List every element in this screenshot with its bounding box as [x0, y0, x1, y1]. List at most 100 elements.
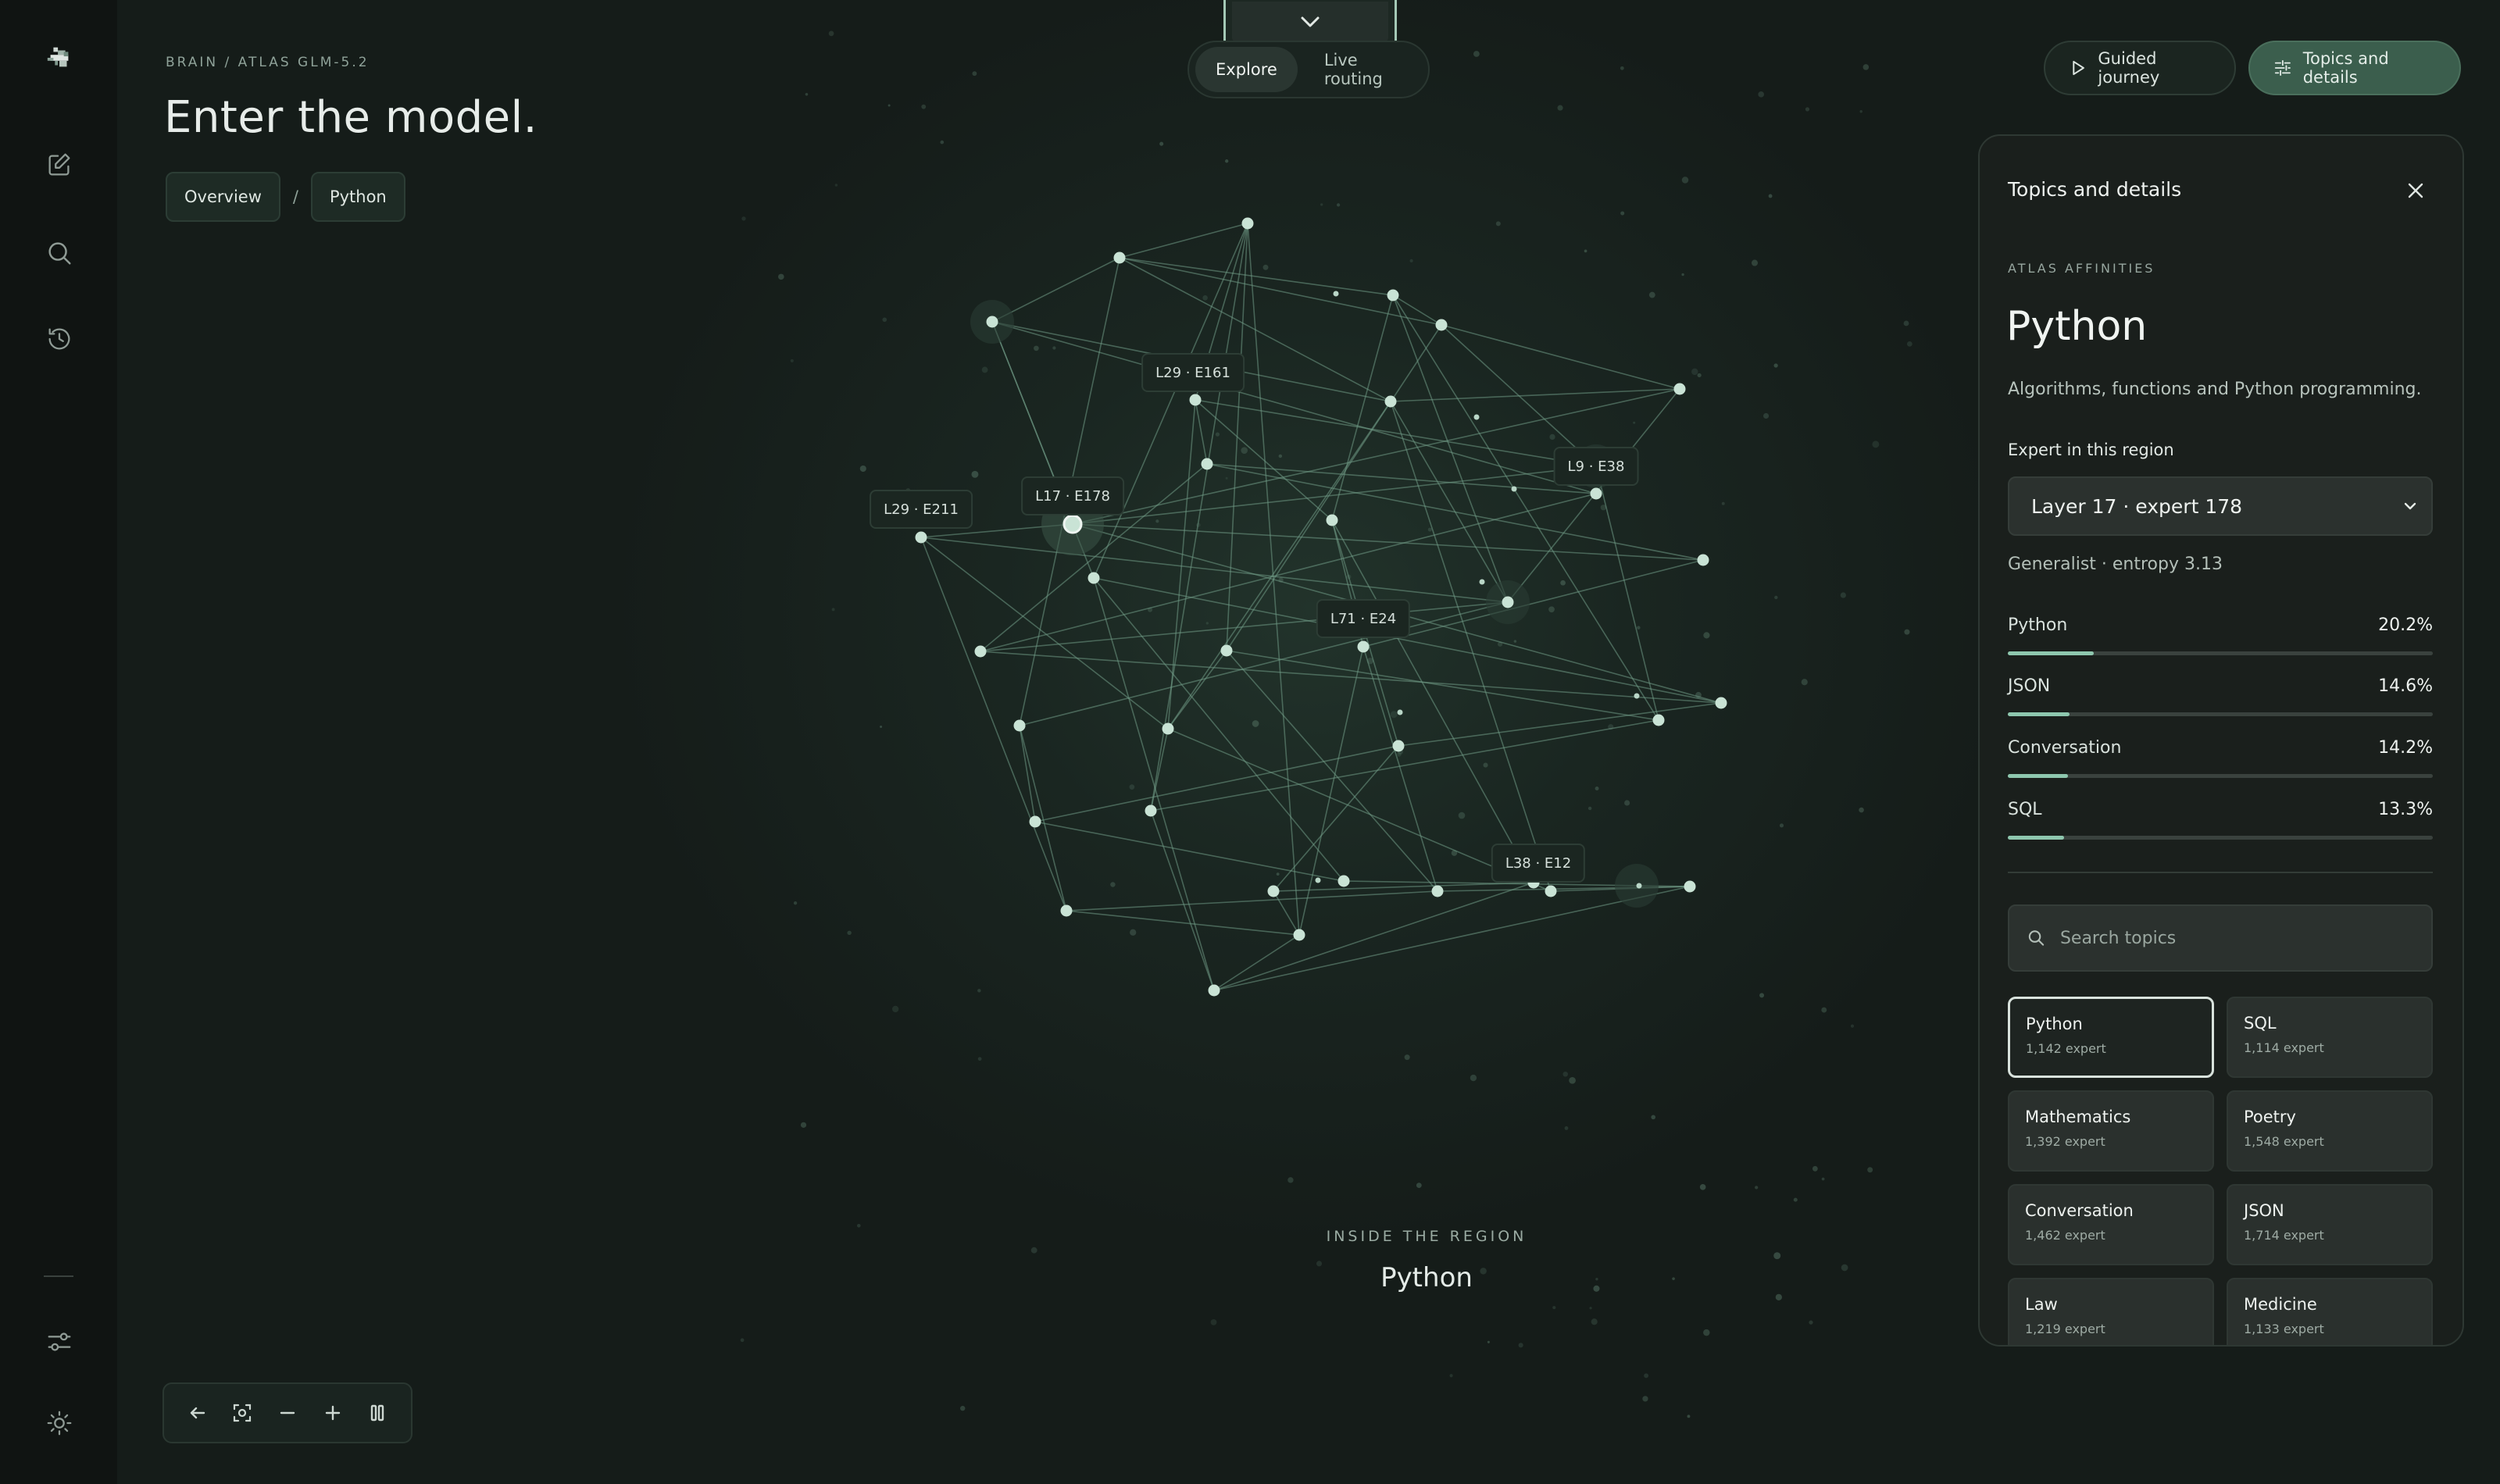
expert-node[interactable]: [1145, 804, 1157, 817]
search-icon[interactable]: [31, 225, 88, 281]
pause-button[interactable]: [360, 1396, 395, 1430]
background-particle: [1773, 1252, 1781, 1260]
pause-icon: [370, 1404, 384, 1422]
expert-node[interactable]: [1267, 885, 1280, 897]
page-title: Enter the model.: [164, 92, 538, 143]
expert-node[interactable]: [1545, 885, 1557, 897]
guided-journey-button[interactable]: Guided journey: [2044, 41, 2236, 95]
expert-node[interactable]: [1392, 740, 1405, 752]
background-particle: [1549, 433, 1555, 441]
background-particle: [1588, 806, 1592, 811]
graph-edge: [1093, 577, 1345, 882]
background-particle: [859, 465, 866, 473]
topic-card-json[interactable]: JSON 1,714 expert: [2227, 1184, 2433, 1265]
expert-node[interactable]: [1113, 251, 1126, 264]
expert-node[interactable]: [1684, 880, 1696, 893]
expert-node[interactable]: [986, 316, 998, 328]
expert-node[interactable]: [1241, 217, 1254, 230]
topic-card-medicine[interactable]: Medicine 1,133 expert: [2227, 1278, 2433, 1345]
background-particle: [1252, 720, 1259, 727]
topic-card-conversation[interactable]: Conversation 1,462 expert: [2008, 1184, 2214, 1265]
expert-node[interactable]: [1652, 714, 1665, 726]
expert-select[interactable]: Layer 17 · expert 178: [2008, 476, 2433, 536]
expert-node[interactable]: [1293, 929, 1305, 941]
topics-and-details-button[interactable]: Topics and details: [2248, 41, 2461, 95]
background-particle: [1034, 345, 1039, 351]
play-icon: [2073, 60, 2084, 76]
minor-node: [1333, 291, 1339, 297]
zoom-in-button[interactable]: [316, 1396, 350, 1430]
expert-node[interactable]: [1029, 815, 1041, 828]
theme-sun-icon[interactable]: [31, 1395, 88, 1451]
expert-node[interactable]: [915, 531, 927, 544]
expert-node[interactable]: [1162, 722, 1174, 735]
region-name: Python: [1380, 1262, 1473, 1293]
expert-node[interactable]: [1326, 514, 1338, 526]
breadcrumb-python[interactable]: Python: [310, 172, 405, 222]
expert-node[interactable]: [1502, 596, 1514, 608]
background-particle: [1758, 91, 1764, 98]
topic-name: SQL: [2244, 1014, 2277, 1033]
history-icon[interactable]: [31, 311, 88, 367]
graph-edge: [1093, 577, 1215, 991]
expert-node[interactable]: [1715, 697, 1727, 709]
graph-edge: [1362, 559, 1704, 647]
topic-search[interactable]: [2008, 904, 2433, 972]
background-particle: [856, 1223, 861, 1228]
breadcrumb-overview[interactable]: Overview: [166, 172, 280, 222]
graph-edge: [1213, 886, 1691, 991]
expert-node[interactable]: [1357, 640, 1370, 653]
topic-card-law[interactable]: Law 1,219 expert: [2008, 1278, 2214, 1345]
search-topics-input[interactable]: [2058, 927, 2414, 949]
expert-node[interactable]: [1435, 319, 1448, 331]
topic-card-sql[interactable]: SQL 1,114 expert: [2227, 997, 2433, 1078]
recenter-button[interactable]: [225, 1396, 259, 1430]
expert-node[interactable]: [1189, 394, 1202, 406]
topic-card-mathematics[interactable]: Mathematics 1,392 expert: [2008, 1090, 2214, 1172]
logo-icon[interactable]: [31, 30, 88, 86]
graph-edge: [1195, 399, 1333, 521]
topic-card-poetry[interactable]: Poetry 1,548 expert: [2227, 1090, 2433, 1172]
expert-meta: Generalist · entropy 3.13: [2008, 555, 2223, 574]
graph-edge: [1150, 728, 1169, 812]
expert-node[interactable]: [1338, 875, 1350, 887]
expert-node[interactable]: [1088, 572, 1100, 584]
background-particle: [1872, 441, 1880, 448]
mode-live-routing[interactable]: Live routing: [1304, 47, 1422, 92]
background-particle: [1644, 1373, 1649, 1379]
expert-node[interactable]: [1060, 904, 1073, 917]
back-button[interactable]: [180, 1396, 215, 1430]
background-particle: [882, 317, 888, 323]
background-particle: [1159, 141, 1164, 146]
expert-node[interactable]: [1387, 289, 1399, 301]
expert-node[interactable]: [1431, 885, 1444, 897]
background-particle: [1560, 580, 1566, 586]
expert-node[interactable]: [1201, 458, 1213, 470]
background-particle: [1681, 273, 1684, 276]
topic-count: 1,219 expert: [2025, 1322, 2105, 1336]
graph-edge: [1213, 882, 1534, 991]
settings-sliders-icon[interactable]: [31, 1314, 88, 1370]
background-particle: [1110, 882, 1116, 887]
expert-node[interactable]: [1220, 644, 1233, 657]
graph-edge: [1066, 910, 1300, 936]
expert-node[interactable]: [974, 645, 987, 658]
close-button[interactable]: [2400, 175, 2431, 206]
expert-node[interactable]: [1013, 719, 1026, 732]
background-particle: [1703, 632, 1710, 639]
filter-sliders-icon: [2274, 59, 2291, 77]
background-particle: [834, 184, 838, 187]
expert-node[interactable]: [1697, 554, 1709, 566]
background-particle: [940, 140, 945, 144]
mode-explore[interactable]: Explore: [1195, 47, 1298, 92]
new-note-icon[interactable]: [31, 137, 88, 193]
expert-node[interactable]: [1673, 383, 1686, 395]
background-particle: [1681, 177, 1689, 184]
zoom-out-button[interactable]: [270, 1396, 305, 1430]
expert-node[interactable]: [1384, 395, 1397, 408]
expert-node[interactable]: [1062, 514, 1083, 534]
topic-card-python[interactable]: Python 1,142 expert: [2008, 997, 2214, 1078]
graph-edge: [1150, 810, 1215, 991]
expert-node[interactable]: [1590, 487, 1602, 500]
expert-node[interactable]: [1208, 984, 1220, 997]
